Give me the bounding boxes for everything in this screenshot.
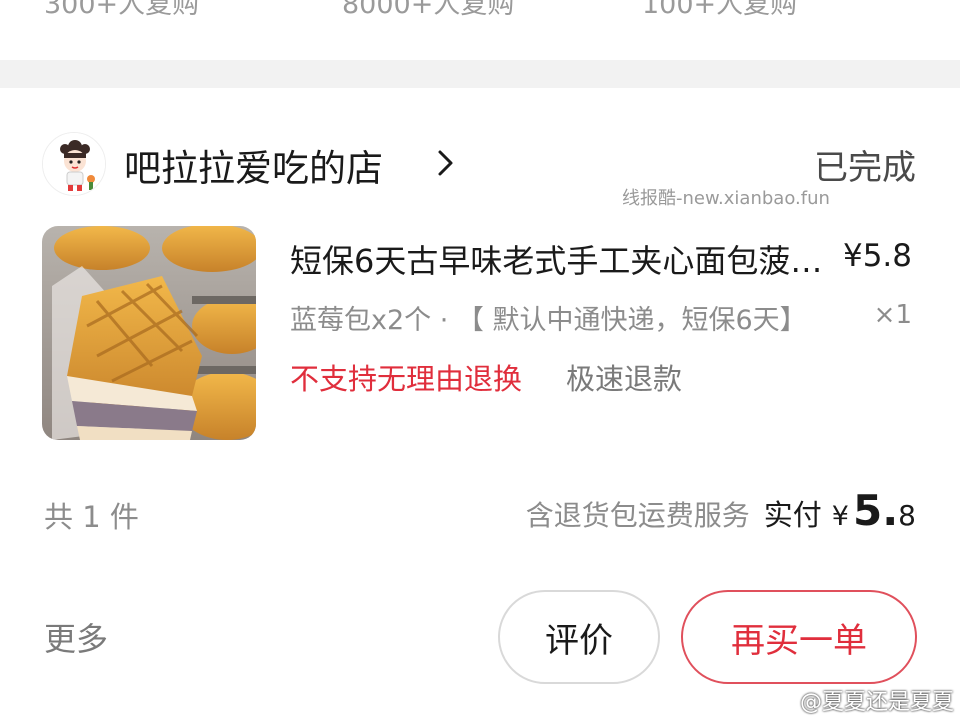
- stat-repurchase-3: 100+人复购: [642, 0, 798, 20]
- paid-amount-integer: 5.: [852, 486, 899, 535]
- shipping-insurance-label: 含退货包运费服务: [525, 499, 750, 532]
- order-card: 吧拉拉爱吃的店 已完成 线报酷-new.xianbao.fun 短保6天古早味老…: [0, 88, 960, 720]
- rebuy-button[interactable]: 再买一单: [681, 590, 917, 684]
- product-spec: 蓝莓包x2个 · 【 默认中通快递，短保6天】: [290, 305, 807, 336]
- item-count: 共 1 件: [44, 500, 139, 534]
- product-image[interactable]: [42, 226, 256, 440]
- payment-summary: 含退货包运费服务 实付 ¥ 5. 8: [526, 486, 916, 535]
- product-title[interactable]: 短保6天古早味老式手工夹心面包菠萝包: [290, 236, 828, 282]
- stat-repurchase-1: 300+人复购: [44, 0, 200, 20]
- paid-label: 实付: [763, 498, 822, 532]
- watermark-text: 线报酷-new.xianbao.fun: [622, 188, 830, 209]
- top-stats-row: 300+人复购 8000+人复购 100+人复购: [0, 0, 960, 60]
- stat-repurchase-2: 8000+人复购: [342, 0, 515, 20]
- shop-name[interactable]: 吧拉拉爱吃的店: [124, 138, 383, 192]
- currency-symbol: ¥: [831, 501, 849, 532]
- shop-avatar[interactable]: [42, 132, 106, 196]
- weibo-watermark-text: @夏夏还是夏夏: [799, 690, 954, 715]
- review-button[interactable]: 评价: [498, 590, 660, 684]
- fast-refund-tag: 极速退款: [566, 362, 683, 396]
- no-return-tag: 不支持无理由退换: [290, 362, 523, 396]
- more-button[interactable]: 更多: [44, 614, 108, 660]
- chevron-right-icon[interactable]: [432, 148, 458, 178]
- product-price: ¥5.8: [842, 238, 912, 274]
- weibo-watermark: @夏夏还是夏夏: [769, 684, 954, 716]
- order-status: 已完成: [814, 148, 916, 188]
- paid-amount-decimal: 8: [898, 499, 916, 532]
- weibo-logo-icon: [769, 691, 795, 711]
- product-quantity: ×1: [873, 300, 912, 330]
- section-separator: [0, 60, 960, 88]
